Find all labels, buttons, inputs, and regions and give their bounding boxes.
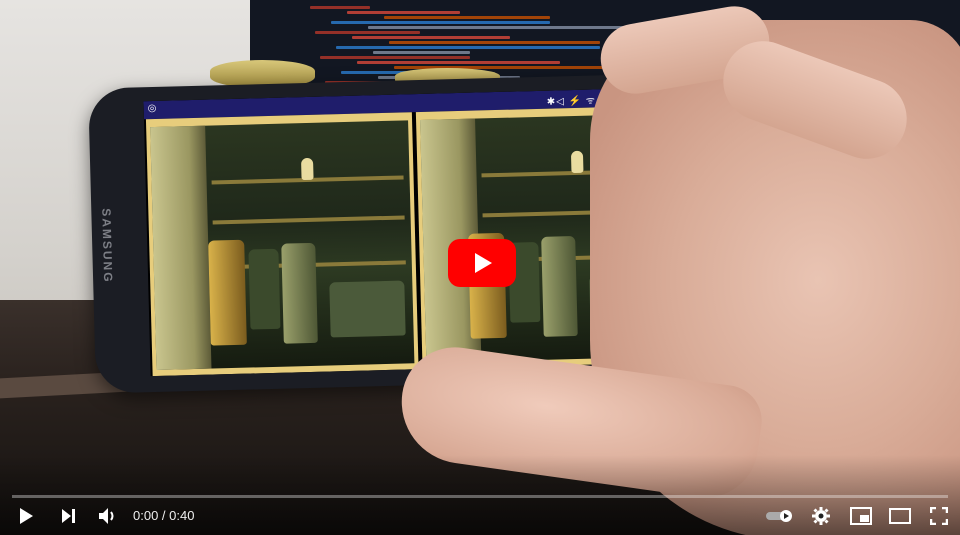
player-controls: 0:00 / 0:40: [0, 497, 960, 535]
code-line: [368, 26, 640, 29]
code-line: [331, 21, 550, 24]
code-line: [336, 46, 600, 49]
code-line: [320, 56, 470, 59]
notification-icon: ◎: [147, 102, 157, 115]
time-separator: /: [158, 508, 170, 523]
phone-brand: SAMSUNG: [99, 208, 116, 284]
fullscreen-icon[interactable]: [921, 497, 957, 535]
theater-mode-icon[interactable]: [882, 497, 918, 535]
code-line: [357, 61, 560, 64]
next-icon[interactable]: [50, 497, 86, 535]
vr-left-eye-view: [145, 112, 419, 377]
code-line: [310, 6, 370, 9]
code-line: [347, 11, 460, 14]
play-icon[interactable]: [8, 497, 44, 535]
gear-icon[interactable]: [803, 497, 839, 535]
code-line: [389, 41, 600, 44]
current-time: 0:00: [133, 508, 159, 523]
autoplay-toggle-icon[interactable]: [760, 497, 800, 535]
big-play-button[interactable]: [448, 239, 516, 287]
video-player[interactable]: SAMSUNG ◎ ✱◁ ⚡ ᯤ.ıl 53% ▮ 12:37: [0, 0, 960, 535]
code-line: [352, 36, 510, 39]
code-line: [315, 31, 420, 34]
duration: 0:40: [169, 508, 195, 523]
volume-icon[interactable]: [90, 497, 126, 535]
miniplayer-icon[interactable]: [843, 497, 879, 535]
time-display: 0:00 / 0:40: [133, 508, 194, 523]
code-line: [373, 51, 470, 54]
code-line: [384, 16, 550, 19]
